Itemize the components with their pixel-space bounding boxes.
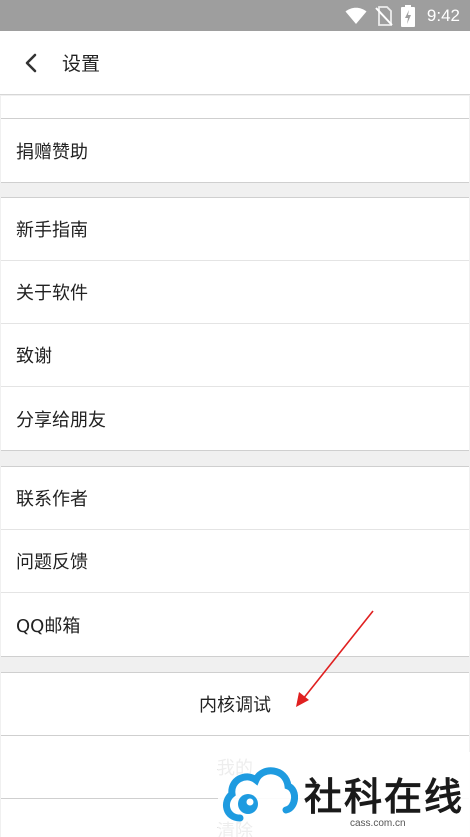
- no-sim-icon: [375, 5, 393, 26]
- wifi-icon: [345, 7, 367, 24]
- watermark-text: 社科在线: [304, 774, 465, 819]
- app-bar: 设置: [0, 31, 470, 95]
- back-button[interactable]: [0, 31, 62, 95]
- settings-item-about[interactable]: 关于软件: [1, 261, 469, 324]
- settings-group-info: 新手指南 关于软件 致谢 分享给朋友: [1, 197, 469, 451]
- settings-group-donate: 捐赠赞助: [1, 118, 469, 183]
- settings-item-guide[interactable]: 新手指南: [1, 198, 469, 261]
- settings-item-qq-mail[interactable]: QQ邮箱: [1, 593, 469, 656]
- settings-item-kernel-debug[interactable]: 内核调试: [1, 673, 469, 736]
- page-title: 设置: [62, 53, 101, 75]
- top-spacer: [1, 96, 469, 118]
- watermark: 社科在线 cass.com.cn: [218, 752, 470, 837]
- watermark-url: cass.com.cn: [350, 818, 406, 829]
- watermark-logo-icon: [222, 767, 298, 822]
- status-time: 9:42: [426, 5, 460, 25]
- settings-item-thanks[interactable]: 致谢: [1, 324, 469, 387]
- settings-group-contact: 联系作者 问题反馈 QQ邮箱: [1, 466, 469, 657]
- status-bar: 9:42: [0, 0, 470, 31]
- settings-item-share[interactable]: 分享给朋友: [1, 387, 469, 450]
- settings-item-contact-author[interactable]: 联系作者: [1, 467, 469, 530]
- settings-item-donate[interactable]: 捐赠赞助: [1, 119, 469, 182]
- chevron-left-icon: [25, 53, 37, 72]
- settings-item-feedback[interactable]: 问题反馈: [1, 530, 469, 593]
- battery-charging-icon: [400, 4, 415, 27]
